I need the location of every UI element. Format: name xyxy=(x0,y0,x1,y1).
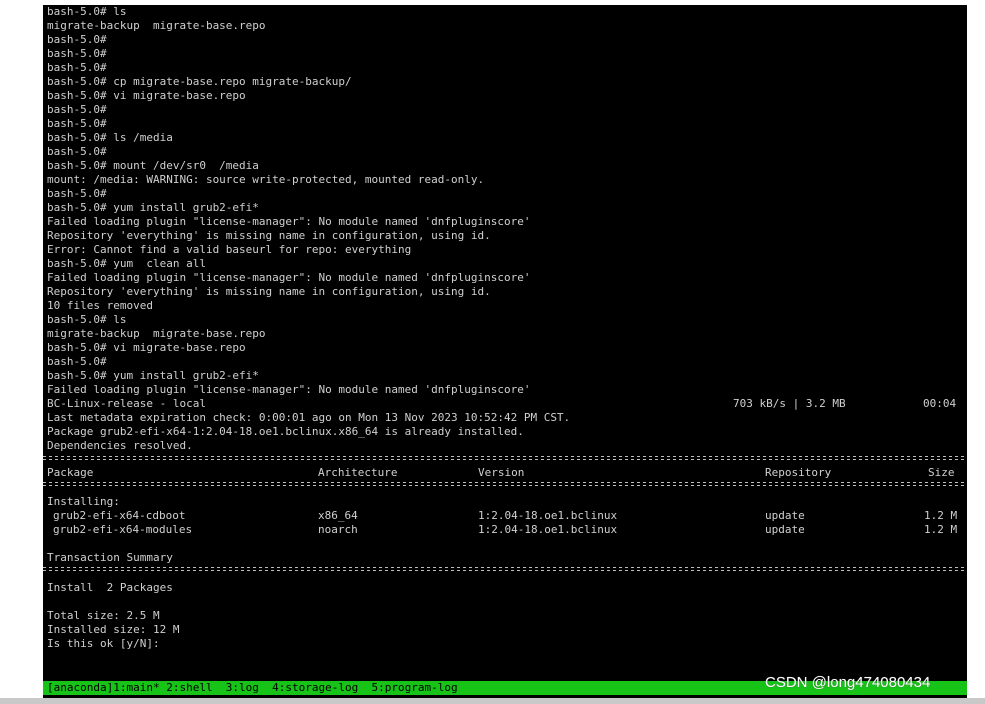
terminal-line: bash-5.0# xyxy=(47,103,107,116)
header-size: Size xyxy=(928,466,955,479)
terminal-line: mount: /media: WARNING: source write-pro… xyxy=(47,173,485,186)
row-package: grub2-efi-x64-modules xyxy=(53,523,193,536)
terminal-line: bash-5.0# xyxy=(47,145,107,158)
terminal-line: Last metadata expiration check: 0:00:01 … xyxy=(47,411,571,424)
terminal-line: bash-5.0# xyxy=(47,355,107,368)
confirm-prompt[interactable]: Is this ok [y/N]: xyxy=(47,637,160,651)
row-arch: x86_64 xyxy=(318,509,358,522)
terminal-line: migrate-backup migrate-base.repo xyxy=(47,19,266,32)
terminal-line: bash-5.0# xyxy=(47,47,107,60)
transaction-summary-title: Transaction Summary xyxy=(47,551,173,564)
row-arch: noarch xyxy=(318,523,358,536)
terminal-line: Failed loading plugin "license-manager":… xyxy=(47,215,531,228)
terminal-line: bash-5.0# vi migrate-base.repo xyxy=(47,341,246,354)
install-count-line: Install 2 Packages xyxy=(47,581,173,594)
status-bar-tabs[interactable]: [anaconda]1:main* 2:shell 3:log 4:storag… xyxy=(47,681,458,695)
total-size-line: Total size: 2.5 M xyxy=(47,609,160,622)
terminal-line: Failed loading plugin "license-manager":… xyxy=(47,271,531,284)
header-repository: Repository xyxy=(765,466,832,479)
table-separator xyxy=(43,455,967,461)
terminal-line: Package grub2-efi-x64-1:2.04-18.oe1.bcli… xyxy=(47,425,524,438)
row-repo: update xyxy=(765,509,805,522)
installed-size-line: Installed size: 12 M xyxy=(47,623,180,636)
terminal-line: bash-5.0# cp migrate-base.repo migrate-b… xyxy=(47,75,352,88)
terminal-line: migrate-backup migrate-base.repo xyxy=(47,327,266,340)
terminal-line: bash-5.0# yum clean all xyxy=(47,257,206,270)
row-size: 1.2 M xyxy=(924,523,958,536)
terminal-line: bash-5.0# xyxy=(47,117,107,130)
terminal-line: bash-5.0# yum install grub2-efi* xyxy=(47,201,259,214)
terminal-line: Dependencies resolved. xyxy=(47,439,193,452)
terminal-line: Repository 'everything' is missing name … xyxy=(47,285,491,298)
csdn-watermark: CSDN @long474080434 xyxy=(765,674,931,691)
header-package: Package xyxy=(47,466,94,479)
terminal-line: Failed loading plugin "license-manager":… xyxy=(47,383,531,396)
terminal-line: bash-5.0# xyxy=(47,61,107,74)
terminal-line: bash-5.0# mount /dev/sr0 /media xyxy=(47,159,259,172)
table-separator xyxy=(43,481,967,487)
terminal-line: bash-5.0# ls /media xyxy=(47,131,173,144)
terminal-line: bash-5.0# xyxy=(47,33,107,46)
download-time: 00:04 xyxy=(923,397,957,410)
installing-label: Installing: xyxy=(47,495,120,508)
terminal-line: bash-5.0# vi migrate-base.repo xyxy=(47,89,246,102)
terminal-line: 10 files removed xyxy=(47,299,153,312)
terminal-line: bash-5.0# ls xyxy=(47,5,127,18)
terminal-line: bash-5.0# xyxy=(47,187,107,200)
terminal-line: Error: Cannot find a valid baseurl for r… xyxy=(47,243,412,256)
table-separator xyxy=(43,566,967,572)
header-architecture: Architecture xyxy=(318,466,398,479)
row-repo: update xyxy=(765,523,805,536)
terminal-line: Repository 'everything' is missing name … xyxy=(47,229,491,242)
row-version: 1:2.04-18.oe1.bclinux xyxy=(478,523,618,536)
terminal-window[interactable]: bash-5.0# ls migrate-backup migrate-base… xyxy=(43,5,967,698)
download-speed: 703 kB/s | 3.2 MB xyxy=(733,397,846,410)
terminal-line: bash-5.0# yum install grub2-efi* xyxy=(47,369,259,382)
window-bottom-edge xyxy=(0,698,985,704)
row-size: 1.2 M xyxy=(924,509,958,522)
row-version: 1:2.04-18.oe1.bclinux xyxy=(478,509,618,522)
row-package: grub2-efi-x64-cdboot xyxy=(53,509,186,522)
terminal-line: BC-Linux-release - local xyxy=(47,397,206,410)
terminal-line: bash-5.0# ls xyxy=(47,313,127,326)
header-version: Version xyxy=(478,466,525,479)
